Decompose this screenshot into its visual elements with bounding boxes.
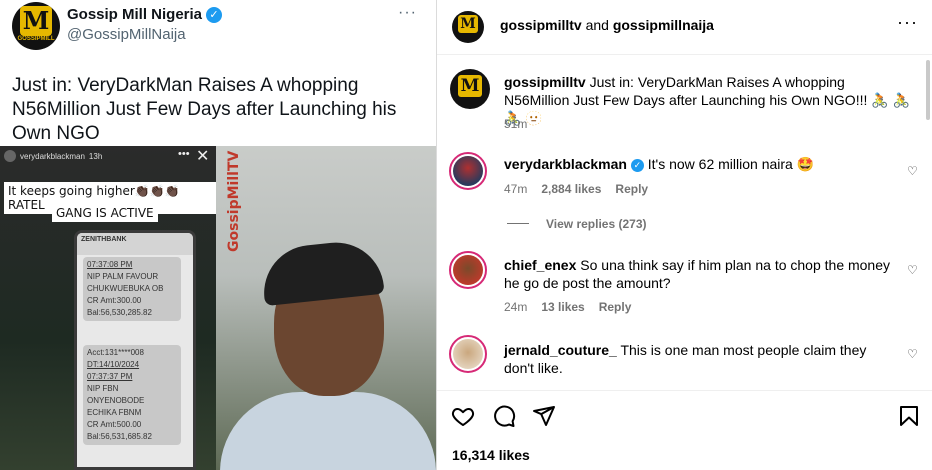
sms2-line: ECHIKA FBNM: [87, 408, 142, 417]
story-username: verydarkblackman: [20, 151, 85, 161]
comment3-like-heart-icon[interactable]: ♡: [907, 347, 919, 361]
author-name-text: Gossip Mill Nigeria: [67, 6, 203, 23]
comment2-time[interactable]: 24m: [504, 300, 527, 314]
tweet-author-handle[interactable]: @GossipMillNaija: [67, 26, 186, 43]
comment3-avatar-image: [453, 339, 483, 369]
comment2-avatar[interactable]: [449, 251, 487, 289]
comment1-time[interactable]: 47m: [504, 182, 527, 196]
person-photo: [216, 146, 436, 470]
view-replies-line: [507, 223, 529, 224]
tweet-media-image[interactable]: verydarkblackman 13h ••• ✕ It keeps goin…: [0, 146, 436, 470]
comment1-reply-button[interactable]: Reply: [615, 182, 648, 196]
header-avatar-letter: M: [458, 15, 478, 33]
comment2-avatar-image: [453, 255, 483, 285]
story-screenshot: verydarkblackman 13h ••• ✕ It keeps goin…: [0, 146, 216, 470]
header-divider: [437, 54, 932, 55]
bank-name: ZENITHBANK: [81, 236, 127, 243]
sms2-line: Acct:131****008: [87, 348, 144, 357]
comment1-meta: 47m 2,884 likes Reply: [504, 182, 648, 196]
sms1-line: 07:37:08 PM: [87, 260, 133, 269]
sms1-line: NIP PALM FAVOUR: [87, 272, 159, 281]
caption-time[interactable]: 51m: [504, 117, 527, 131]
tweet-card: M GOSSIPMILL Gossip Mill Nigeria ✓ @Goss…: [0, 0, 436, 470]
story-menu-icon: •••: [178, 148, 190, 160]
more-options-icon[interactable]: ···: [398, 4, 417, 22]
tweet-author-name[interactable]: Gossip Mill Nigeria ✓: [67, 6, 223, 23]
story-time: 13h: [88, 151, 103, 161]
sms-message-2: Acct:131****008 DT:14/10/2024 07:37:37 P…: [83, 345, 181, 445]
comment1-like-heart-icon[interactable]: ♡: [907, 164, 919, 178]
comment1-username[interactable]: verydarkblackman: [504, 156, 627, 172]
sms1-line: CR Amt:300.00: [87, 296, 142, 305]
story-caption-line2: GANG IS ACTIVE: [52, 204, 158, 222]
story-header: verydarkblackman 13h: [4, 150, 102, 162]
sms2-line: DT:14/10/2024: [87, 360, 140, 369]
avatar-logo-letter: M: [20, 6, 52, 36]
caption-username[interactable]: gossipmilltv: [504, 74, 586, 90]
comment3-block: jernald_couture_ This is one man most pe…: [504, 341, 894, 377]
comment1-verified-icon: ✓: [630, 159, 644, 172]
post-more-icon[interactable]: ···: [897, 12, 918, 33]
gossipmill-avatar[interactable]: M GOSSIPMILL: [12, 2, 60, 50]
story-close-icon: ✕: [196, 148, 210, 165]
header-avatar[interactable]: M: [452, 11, 484, 43]
comment3-username[interactable]: jernald_couture_: [504, 342, 617, 358]
caption-text-block: gossipmilltv Just in: VeryDarkMan Raises…: [504, 73, 914, 127]
avatar-logo-subtext: GOSSIPMILL: [17, 36, 55, 42]
comment3-avatar[interactable]: [449, 335, 487, 373]
comment2-reply-button[interactable]: Reply: [599, 300, 632, 314]
save-bookmark-icon[interactable]: [897, 404, 921, 428]
instagram-post-panel: M gossipmilltv and gossipmillnaija ··· M…: [437, 0, 932, 470]
like-heart-icon[interactable]: [451, 404, 475, 428]
watermark-text: GossipMillTV: [226, 150, 242, 252]
comment1-likes[interactable]: 2,884 likes: [541, 182, 601, 196]
comment2-username[interactable]: chief_enex: [504, 257, 576, 273]
person-body-shape: [220, 392, 436, 470]
comment2-like-heart-icon[interactable]: ♡: [907, 263, 919, 277]
header-user1-link[interactable]: gossipmilltv: [500, 17, 582, 33]
comment2-meta: 24m 13 likes Reply: [504, 300, 631, 314]
caption-avatar-letter: M: [458, 75, 482, 97]
story-avatar: [4, 150, 16, 162]
caption-meta: 51m: [504, 117, 527, 131]
sms1-line: CHUKWUEBUKA OB: [87, 284, 164, 293]
header-user2-link[interactable]: gossipmillnaija: [613, 17, 714, 33]
post-header-users: gossipmilltv and gossipmillnaija: [500, 17, 714, 33]
sms2-line: 07:37:37 PM: [87, 372, 133, 381]
comment1-block: verydarkblackman ✓ It's now 62 million n…: [504, 155, 894, 173]
comment1-text: It's now 62 million naira 🤩: [647, 156, 815, 172]
header-joiner: and: [585, 17, 609, 33]
caption-avatar[interactable]: M: [450, 69, 490, 109]
verified-badge-icon: ✓: [206, 6, 223, 23]
share-send-icon[interactable]: [532, 404, 556, 428]
actions-divider: [437, 390, 932, 391]
phone-screenshot: ZENITHBANK 07:37:08 PM NIP PALM FAVOUR C…: [74, 230, 196, 470]
comment-icon[interactable]: [492, 404, 516, 428]
phone-status-bar: ZENITHBANK: [77, 233, 193, 255]
sms1-line: Bal:56,530,285.82: [87, 308, 152, 317]
post-likes-count[interactable]: 16,314 likes: [452, 447, 530, 463]
sms2-line: Bal:56,531,685.82: [87, 432, 152, 441]
sms2-line: CR Amt:500.00: [87, 420, 142, 429]
comment2-likes[interactable]: 13 likes: [541, 300, 584, 314]
sms2-line: ONYENOBODE: [87, 396, 145, 405]
sms-message-1: 07:37:08 PM NIP PALM FAVOUR CHUKWUEBUKA …: [83, 257, 181, 321]
comment2-block: chief_enex So una think say if him plan …: [504, 256, 894, 292]
tweet-text: Just in: VeryDarkMan Raises A whopping N…: [12, 75, 397, 144]
view-replies-button[interactable]: View replies (273): [546, 217, 647, 231]
comment1-avatar-image: [453, 156, 483, 186]
sms2-line: NIP FBN: [87, 384, 119, 393]
comment1-avatar[interactable]: [449, 152, 487, 190]
comments-scrollbar[interactable]: [926, 60, 930, 120]
